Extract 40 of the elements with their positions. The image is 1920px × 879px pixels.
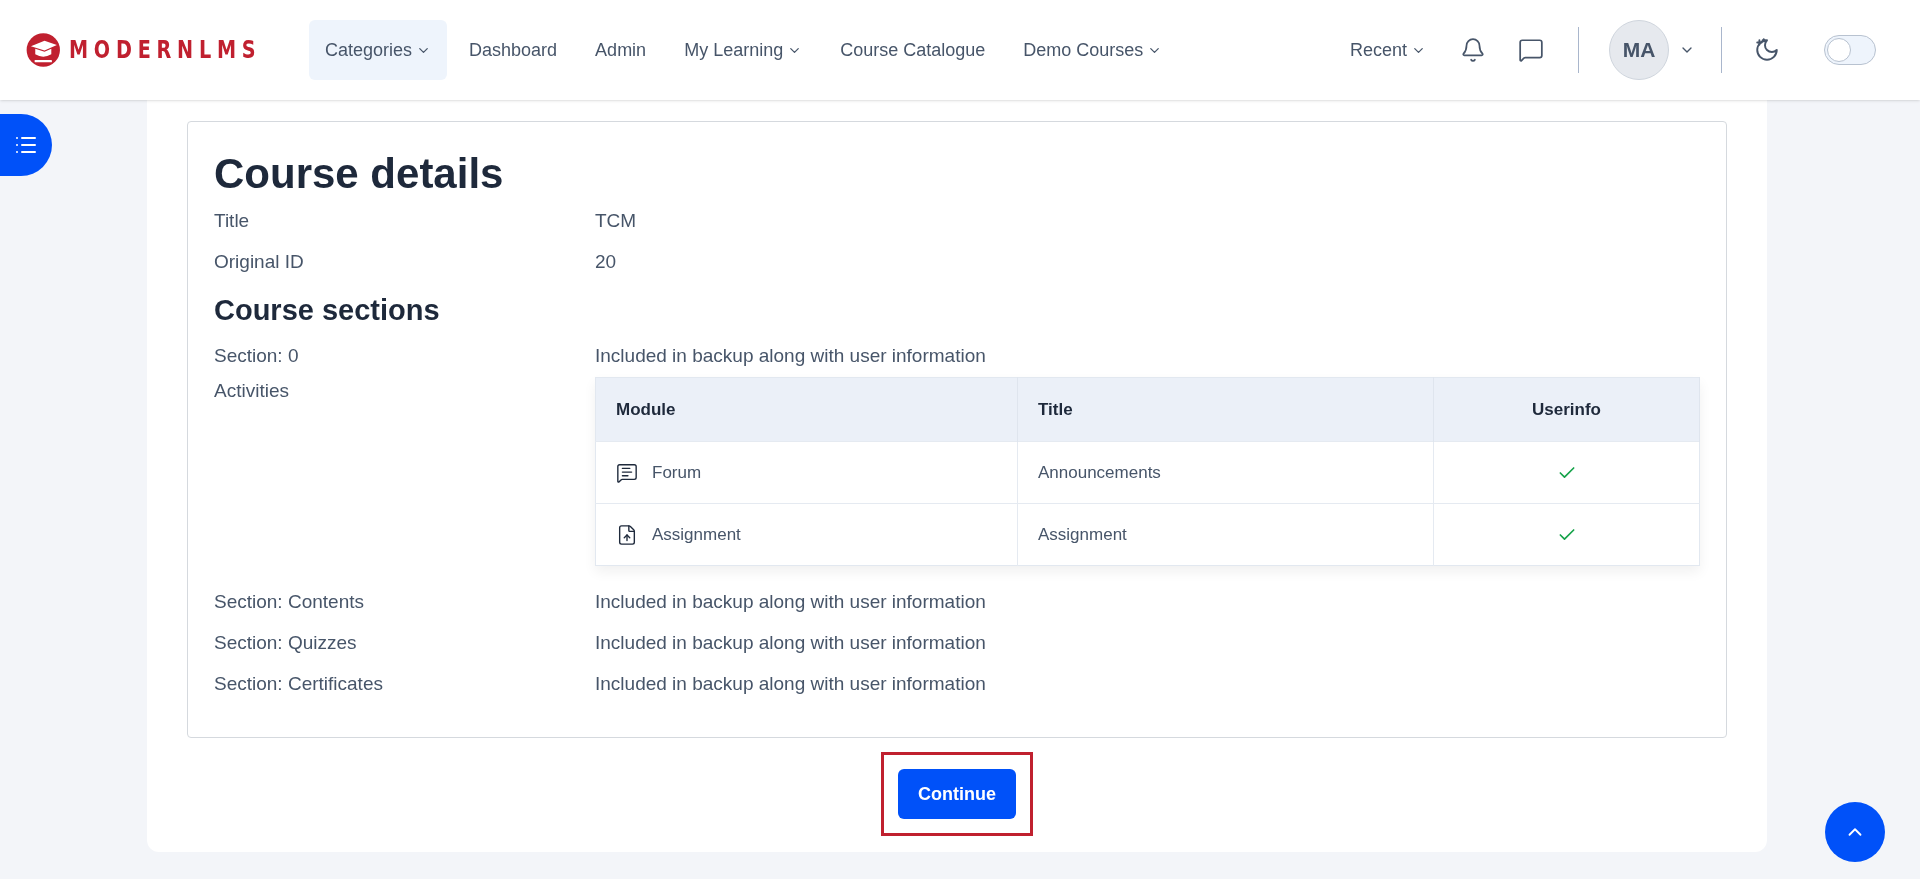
scroll-to-top-button[interactable] (1825, 802, 1885, 862)
module-name: Assignment (652, 523, 741, 546)
column-header: Title (1017, 377, 1434, 442)
field-value: 20 (595, 249, 617, 274)
file-upload-icon (616, 523, 638, 546)
nav-link[interactable]: Course Catalogue (824, 20, 1002, 80)
recent-menu[interactable]: Recent (1349, 36, 1426, 64)
field-label: Title (214, 208, 251, 233)
nav-link[interactable]: Demo Courses (1007, 20, 1179, 80)
field-label: Original ID (214, 249, 305, 274)
moon-stars-icon[interactable] (1754, 37, 1780, 63)
notification-bell-icon[interactable] (1460, 37, 1486, 63)
section-heading: Course details (214, 149, 505, 199)
continue-button[interactable]: Continue (898, 769, 1016, 819)
table-cell: Announcements (1017, 441, 1434, 504)
table-cell: Assignment (1017, 503, 1434, 566)
user-avatar[interactable]: MA (1609, 20, 1669, 80)
course-index-button[interactable] (0, 114, 52, 176)
logo-wordmark: MODERNLMS (68, 35, 261, 66)
field-label: Section: Certificates (214, 672, 384, 697)
dark-mode-toggle[interactable] (1824, 35, 1876, 65)
section-heading: Course sections (214, 292, 441, 328)
nav-link[interactable]: Dashboard (453, 20, 574, 80)
field-value: Included in backup along with user information (595, 344, 986, 369)
field-label: Section: 0 (214, 344, 300, 369)
module-name: Forum (652, 461, 702, 484)
column-header: Module (595, 377, 1018, 442)
nav-link[interactable]: Admin (579, 20, 663, 80)
field-label: Section: Contents (214, 590, 365, 615)
field-value: Included in backup along with user information (595, 672, 986, 697)
field-label: Section: Quizzes (214, 631, 358, 656)
chat-icon (616, 461, 638, 484)
field-value: Included in backup along with user information (595, 631, 986, 656)
field-label: Activities (214, 379, 290, 403)
nav-link[interactable]: Categories (309, 20, 448, 80)
column-header: Userinfo (1433, 377, 1700, 442)
chat-icon[interactable] (1518, 37, 1544, 63)
field-value: Included in backup along with user information (595, 590, 986, 615)
field-value: TCM (595, 208, 637, 233)
nav-link[interactable]: My Learning (668, 20, 819, 80)
